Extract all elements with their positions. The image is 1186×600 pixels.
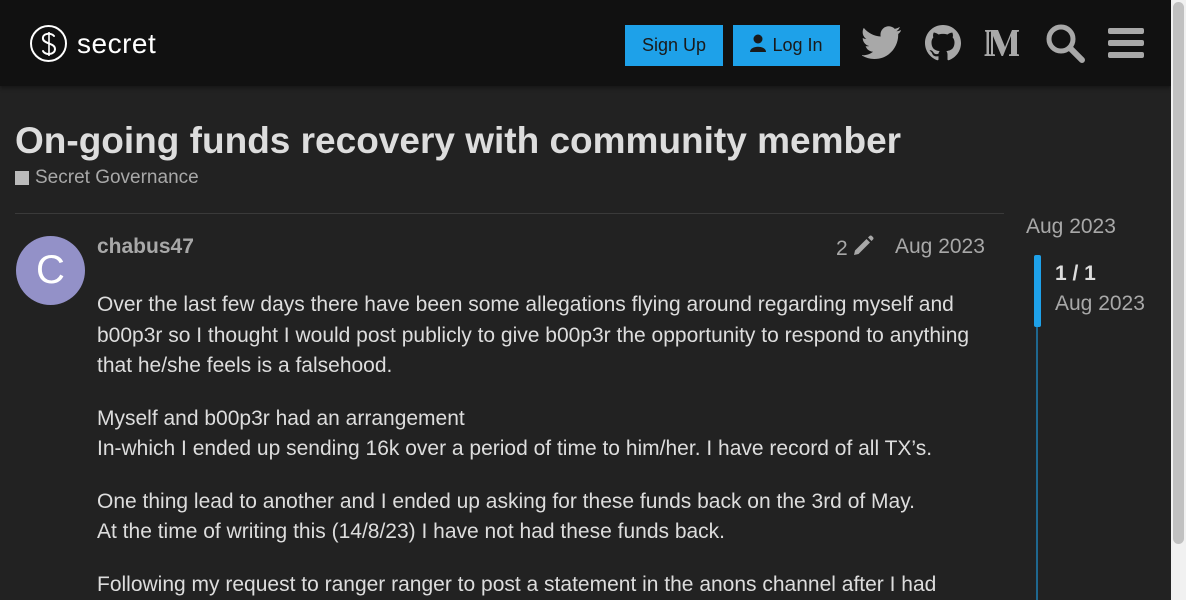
pencil-icon	[852, 235, 874, 263]
hamburger-menu-icon[interactable]	[1105, 22, 1147, 64]
twitter-icon[interactable]	[861, 22, 903, 64]
divider	[15, 213, 1004, 214]
post-paragraph: Myself and b00p3r had an arrangement In-…	[97, 404, 997, 465]
post-text-line: Over the last few days there have been s…	[97, 293, 970, 377]
post-text-line: One thing lead to another and I ended up…	[97, 489, 915, 513]
sign-up-label: Sign Up	[641, 35, 707, 55]
search-icon[interactable]	[1044, 22, 1086, 64]
github-icon[interactable]	[922, 22, 964, 64]
topic-title[interactable]: On-going funds recovery with community m…	[15, 120, 901, 162]
timeline-start-date[interactable]: Aug 2023	[1026, 215, 1116, 239]
post-text-line: At the time of writing this (14/8/23) I …	[97, 520, 726, 543]
timeline-post-count: 1 / 1	[1055, 262, 1096, 285]
category-name: Secret Governance	[35, 167, 199, 188]
avatar-letter: C	[36, 248, 65, 292]
post-text-line: Following my request to ranger ranger to…	[97, 572, 937, 596]
post-paragraph: One thing lead to another and I ended up…	[97, 487, 997, 548]
scrollbar-thumb[interactable]	[1173, 2, 1184, 544]
avatar[interactable]: C	[16, 236, 85, 305]
user-icon	[750, 34, 767, 57]
post-paragraph: Following my request to ranger ranger to…	[97, 570, 997, 600]
sign-up-button[interactable]: Sign Up	[625, 25, 723, 66]
post-username[interactable]: chabus47	[97, 235, 194, 259]
post-body: Over the last few days there have been s…	[97, 290, 997, 600]
category-link[interactable]: Secret Governance	[15, 167, 199, 189]
timeline-current-date: Aug 2023	[1055, 292, 1145, 315]
category-badge-icon	[15, 171, 29, 185]
edit-count: 2	[836, 237, 848, 260]
logo-text: secret	[77, 27, 157, 59]
site-logo[interactable]: secret	[30, 25, 156, 62]
medium-icon[interactable]	[983, 22, 1025, 64]
site-header: secret Sign Up Log In	[0, 0, 1171, 86]
secret-logo-icon	[30, 25, 67, 62]
edit-history-button[interactable]: 2	[836, 235, 874, 263]
post-paragraph: Over the last few days there have been s…	[97, 290, 997, 382]
log-in-button[interactable]: Log In	[733, 25, 840, 66]
log-in-label: Log In	[772, 35, 823, 55]
post-date[interactable]: Aug 2023	[895, 235, 985, 259]
timeline-handle[interactable]	[1034, 255, 1041, 327]
post-text-line: In-which I ended up sending 16k over a p…	[97, 437, 933, 460]
page-scrollbar[interactable]	[1171, 0, 1186, 600]
post-text-line: Myself and b00p3r had an arrangement	[97, 406, 465, 430]
